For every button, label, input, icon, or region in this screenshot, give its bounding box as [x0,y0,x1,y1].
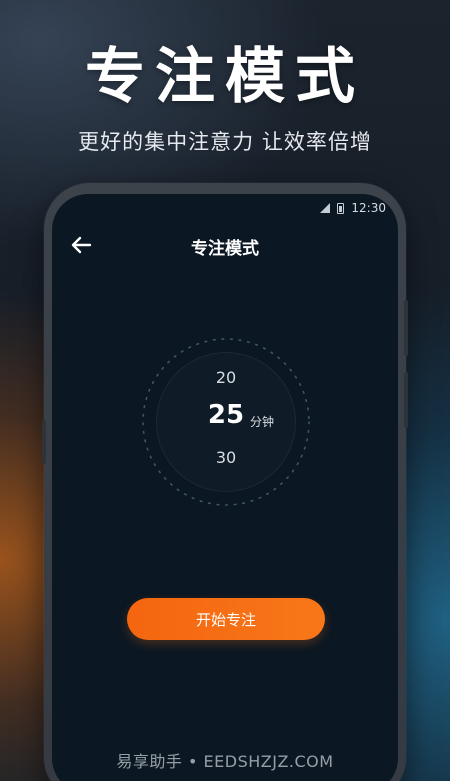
promo-headline: 专注模式 [85,42,365,112]
start-focus-button[interactable]: 开始专注 [127,598,325,640]
watermark: 易享助手 • EEDSHZJZ.COM [116,752,334,771]
page-title: 专注模式 [191,239,259,259]
status-time: 12:30 [351,201,386,215]
timer-selected-value: 25 [207,400,245,430]
signal-icon [320,203,331,213]
timer-prev-value[interactable]: 20 [140,368,312,387]
battery-icon [337,202,345,214]
status-bar: 12:30 [320,201,386,215]
phone-side-button-left [42,420,46,464]
timer-next-value[interactable]: 30 [140,448,312,467]
timer-dial[interactable]: 20 25 分钟 30 [140,336,312,508]
promo-subline: 更好的集中注意力 让效率倍增 [78,130,372,154]
timer-unit: 分钟 [250,415,275,429]
phone-side-button-right-2 [404,372,408,428]
phone-side-button-right [404,300,408,356]
phone-screen: 12:30 专注模式 20 25 分钟 30 开始专注 [52,194,398,781]
